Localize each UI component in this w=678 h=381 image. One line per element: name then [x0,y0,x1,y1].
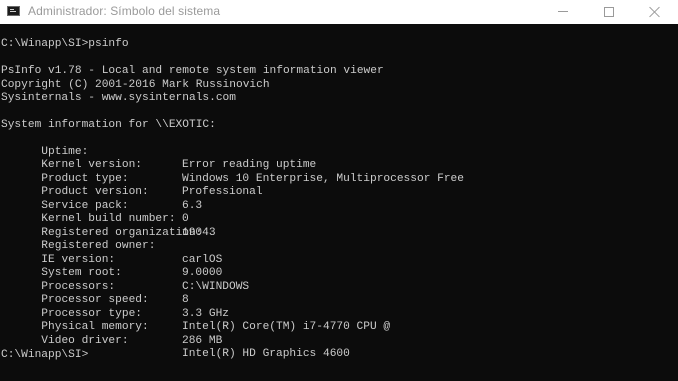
info-header: System information for \\EXOTIC: [1,119,216,131]
info-value: C:\WINDOWS [182,280,250,293]
info-value: 286 MB [182,334,223,347]
command-prompt-window: Administrador: Símbolo del sistema C:\Wi… [0,0,678,381]
info-key: Video driver: [41,334,129,347]
minimize-button[interactable] [540,0,586,24]
info-value: 3.3 GHz [182,307,229,320]
info-value: carlOS [182,253,223,266]
banner-line: Copyright (C) 2001-2016 Mark Russinovich [1,78,270,91]
info-value: Error reading uptime [182,159,317,172]
info-value: Windows 10 Enterprise, Multiprocessor Fr… [182,172,464,185]
console-output[interactable]: C:\Winapp\SI>psinfo PsInfo v1.78 - Local… [0,24,678,381]
info-value: Professional [182,186,263,199]
window-title: Administrador: Símbolo del sistema [28,4,221,18]
close-button[interactable] [632,0,678,24]
info-value: Intel(R) HD Graphics 4600 [182,348,350,361]
close-icon [649,6,661,18]
info-value: 8 [182,294,189,307]
banner-line: Sysinternals - www.sysinternals.com [1,92,236,104]
console-icon[interactable] [7,6,20,16]
minimize-icon [558,11,568,12]
command-prompt: C:\Winapp\SI> [1,348,89,361]
command-line: C:\Winapp\SI>psinfo [1,38,129,50]
banner-line: PsInfo v1.78 - Local and remote system i… [1,65,384,77]
title-bar[interactable]: Administrador: Símbolo del sistema [0,0,678,24]
info-value: 9.0000 [182,267,223,280]
maximize-button[interactable] [586,0,632,24]
info-value: Intel(R) Core(TM) i7-4770 CPU @ [182,321,391,334]
maximize-icon [604,7,614,17]
info-value: 6.3 [182,199,203,212]
